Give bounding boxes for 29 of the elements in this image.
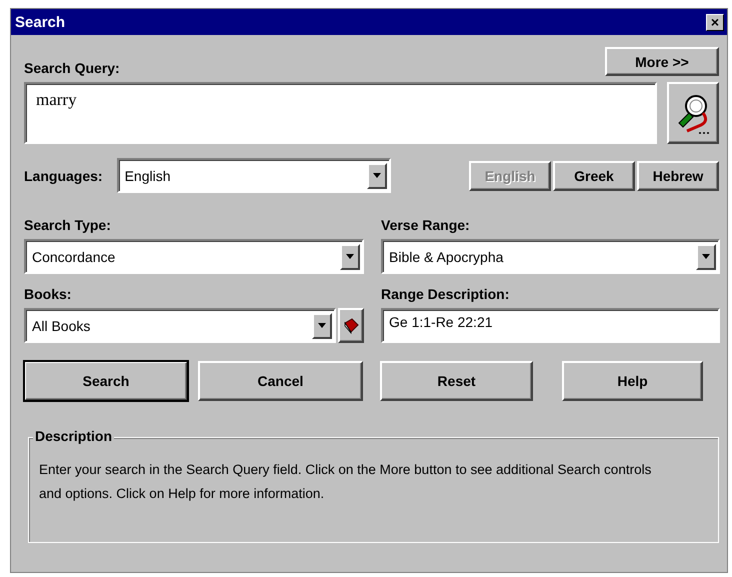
search-options-button[interactable] (667, 82, 719, 144)
range-description-field[interactable]: Ge 1:1-Re 22:21 (381, 308, 720, 343)
description-title: Description (33, 428, 114, 444)
search-query-field[interactable]: marry (24, 82, 657, 144)
search-type-dropdown[interactable]: Concordance (24, 239, 364, 274)
verse-range-dropdown[interactable]: Bible & Apocrypha (381, 239, 720, 274)
caret-icon (702, 254, 710, 259)
caret-icon (346, 254, 354, 259)
dialog-button[interactable]: Reset (380, 361, 533, 401)
languages-dropdown[interactable]: English (116, 158, 391, 193)
search-query-label: Search Query: (24, 60, 120, 76)
dialog-button[interactable]: Search (24, 361, 188, 401)
more-button[interactable]: More >> (605, 47, 719, 76)
verse-range-label: Verse Range: (381, 217, 471, 233)
description-text: Enter your search in the Search Query field. Click on the More button to see additional Search controls and options. Click on Help for more information. (39, 461, 652, 503)
language-button[interactable]: Hebrew (637, 160, 719, 190)
window-title: Search (15, 14, 66, 30)
books-dropdown[interactable]: All Books (24, 308, 336, 343)
book-button[interactable] (338, 308, 364, 343)
close-button[interactable]: × (706, 14, 724, 30)
language-button[interactable]: Greek (553, 160, 635, 190)
books-label: Books: (24, 286, 72, 302)
caret-icon (372, 173, 381, 178)
caret-icon (318, 323, 326, 328)
dialog-button[interactable]: Help (562, 361, 703, 401)
languages-label: Languages: (24, 168, 103, 184)
dialog-button[interactable]: Cancel (198, 361, 363, 401)
search-type-label: Search Type: (24, 217, 112, 233)
range-description-label: Range Description: (381, 286, 510, 302)
